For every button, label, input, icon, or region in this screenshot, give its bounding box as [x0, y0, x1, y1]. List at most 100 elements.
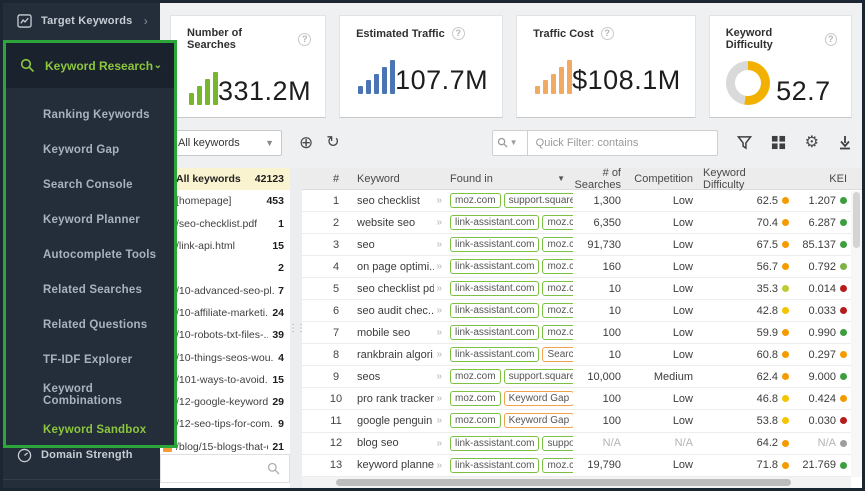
flyout-menu-item[interactable]: Ranking Keywords: [6, 97, 174, 132]
col-header-keyword[interactable]: Keyword: [351, 173, 446, 185]
page-row[interactable]: /link-api.html 15: [160, 235, 290, 257]
table-row[interactable]: 8 rankbrain algori... » link-assistant.c…: [302, 344, 862, 366]
page-row[interactable]: All keywords 42123: [160, 168, 290, 190]
expand-chevrons-icon[interactable]: »: [434, 460, 446, 471]
col-header-kei[interactable]: KEI: [793, 173, 852, 185]
source-tag[interactable]: Search Console: [542, 347, 573, 362]
table-row[interactable]: 13 keyword planner » link-assistant.com: [302, 455, 862, 477]
source-tag[interactable]: moz.com: [542, 281, 573, 296]
source-tag[interactable]: link-assistant.com: [450, 215, 539, 230]
sidebar-item-keyword-research[interactable]: Keyword Research ⌄: [6, 43, 174, 88]
source-tag[interactable]: moz.com: [450, 369, 501, 384]
sidebar-item-domain-strength[interactable]: Domain Strength: [3, 437, 160, 473]
col-header-found-in[interactable]: Found in ▼: [446, 173, 573, 185]
flyout-menu-item[interactable]: Keyword Gap: [6, 132, 174, 167]
pages-search-input[interactable]: [160, 454, 290, 483]
flyout-menu-item[interactable]: TF-IDF Explorer: [6, 342, 174, 377]
search-mode-select[interactable]: ▼: [492, 130, 528, 156]
source-tag[interactable]: support.squarespace.com: [504, 369, 573, 384]
quick-filter-input[interactable]: [528, 130, 718, 156]
columns-layout-button[interactable]: [771, 135, 786, 150]
source-tag[interactable]: link-assistant.com: [450, 303, 539, 318]
panel-splitter[interactable]: ⋮⋮: [290, 168, 302, 488]
source-tag[interactable]: moz.com: [542, 215, 573, 230]
expand-chevrons-icon[interactable]: »: [434, 239, 446, 250]
add-keywords-button[interactable]: ⊕: [299, 134, 313, 151]
page-row[interactable]: /seo-checklist.pdf 1: [160, 213, 290, 235]
help-icon[interactable]: ?: [825, 33, 837, 46]
page-row[interactable]: /10-things-seos-wou... 4: [160, 346, 290, 368]
source-tag[interactable]: Keyword Gap: [504, 413, 573, 428]
col-header-num[interactable]: #: [321, 173, 351, 185]
table-row[interactable]: 6 seo audit chec... » link-assistant.com: [302, 300, 862, 322]
col-header-competition[interactable]: Competition: [633, 173, 703, 185]
expand-chevrons-icon[interactable]: »: [434, 349, 446, 360]
flyout-menu-item[interactable]: Keyword Planner: [6, 202, 174, 237]
flyout-menu-item[interactable]: Keyword Combinations: [6, 377, 174, 412]
source-tag[interactable]: Keyword Gap: [504, 391, 573, 406]
filter-button[interactable]: [737, 135, 752, 150]
expand-chevrons-icon[interactable]: »: [434, 327, 446, 338]
source-tag[interactable]: support.squarespace.com: [504, 193, 573, 208]
page-row[interactable]: /12-google-keyword... 29: [160, 391, 290, 413]
source-tag[interactable]: moz.com: [542, 237, 573, 252]
flyout-menu-item[interactable]: Related Questions: [6, 307, 174, 342]
source-tag[interactable]: link-assistant.com: [450, 281, 539, 296]
flyout-menu-item[interactable]: Search Console: [6, 167, 174, 202]
expand-chevrons-icon[interactable]: »: [434, 217, 446, 228]
source-tag[interactable]: moz.com: [450, 193, 501, 208]
source-tag[interactable]: moz.com: [450, 391, 501, 406]
settings-button[interactable]: ⚙: [805, 135, 819, 151]
help-icon[interactable]: ?: [298, 33, 311, 46]
sidebar-item-target-keywords[interactable]: Target Keywords ›: [3, 3, 160, 39]
vertical-scrollbar[interactable]: [851, 191, 862, 477]
col-header-keyword-difficulty[interactable]: Keyword Difficulty: [703, 168, 793, 191]
source-tag[interactable]: moz.com: [542, 458, 573, 473]
source-tag[interactable]: moz.com: [450, 413, 501, 428]
horizontal-scrollbar[interactable]: [302, 477, 851, 488]
scrollbar-thumb[interactable]: [853, 192, 860, 248]
table-row[interactable]: 3 seo » link-assistant.com moz.com: [302, 234, 862, 256]
page-row[interactable]: /101-ways-to-avoid... 15: [160, 369, 290, 391]
help-icon[interactable]: ?: [601, 27, 614, 40]
table-row[interactable]: 1 seo checklist » moz.com support.squa: [302, 190, 862, 212]
page-row[interactable]: /10-robots-txt-files-... 39: [160, 324, 290, 346]
source-tag[interactable]: link-assistant.com: [450, 237, 539, 252]
chevron-down-icon[interactable]: ▼: [557, 174, 573, 183]
page-row[interactable]: /10-affiliate-marketi... 24: [160, 302, 290, 324]
expand-chevrons-icon[interactable]: »: [434, 415, 446, 426]
table-row[interactable]: 5 seo checklist pdf » link-assistant.com: [302, 278, 862, 300]
keywords-scope-select[interactable]: All keywords ▼: [170, 130, 282, 156]
source-tag[interactable]: link-assistant.com: [450, 325, 539, 340]
page-row[interactable]: [homepage] 453: [160, 190, 290, 212]
page-row[interactable]: /12-seo-tips-for-com... 9: [160, 413, 290, 435]
source-tag[interactable]: moz.com: [542, 325, 573, 340]
help-icon[interactable]: ?: [452, 27, 465, 40]
source-tag[interactable]: moz.com: [542, 303, 573, 318]
source-tag[interactable]: link-assistant.com: [450, 458, 539, 473]
expand-chevrons-icon[interactable]: »: [434, 438, 446, 449]
expand-chevrons-icon[interactable]: »: [434, 393, 446, 404]
table-row[interactable]: 7 mobile seo » link-assistant.com moz.: [302, 322, 862, 344]
table-row[interactable]: 9 seos » moz.com support.squarespace.c: [302, 366, 862, 388]
expand-chevrons-icon[interactable]: »: [434, 195, 446, 206]
scrollbar-thumb[interactable]: [336, 479, 791, 486]
table-row[interactable]: 12 blog seo » link-assistant.com suppo: [302, 433, 862, 455]
expand-chevrons-icon[interactable]: »: [434, 283, 446, 294]
source-tag[interactable]: link-assistant.com: [450, 259, 539, 274]
expand-chevrons-icon[interactable]: »: [434, 305, 446, 316]
source-tag[interactable]: moz.com: [542, 259, 573, 274]
export-button[interactable]: [838, 135, 852, 150]
flyout-menu-item[interactable]: Autocomplete Tools: [6, 237, 174, 272]
expand-chevrons-icon[interactable]: »: [434, 261, 446, 272]
page-row[interactable]: 2: [160, 257, 290, 279]
source-tag[interactable]: support.squarespace.com: [542, 436, 573, 451]
table-row[interactable]: 11 google penguin » moz.com Keyword Ga: [302, 410, 862, 432]
refresh-button[interactable]: ↻: [326, 135, 339, 151]
expand-chevrons-icon[interactable]: »: [434, 371, 446, 382]
table-row[interactable]: 10 pro rank tracker » moz.com Keyword: [302, 388, 862, 410]
table-row[interactable]: 4 on page optimi... » link-assistant.com: [302, 256, 862, 278]
flyout-menu-item[interactable]: Related Searches: [6, 272, 174, 307]
source-tag[interactable]: link-assistant.com: [450, 436, 539, 451]
col-header-searches[interactable]: # of Searches: [573, 168, 633, 191]
